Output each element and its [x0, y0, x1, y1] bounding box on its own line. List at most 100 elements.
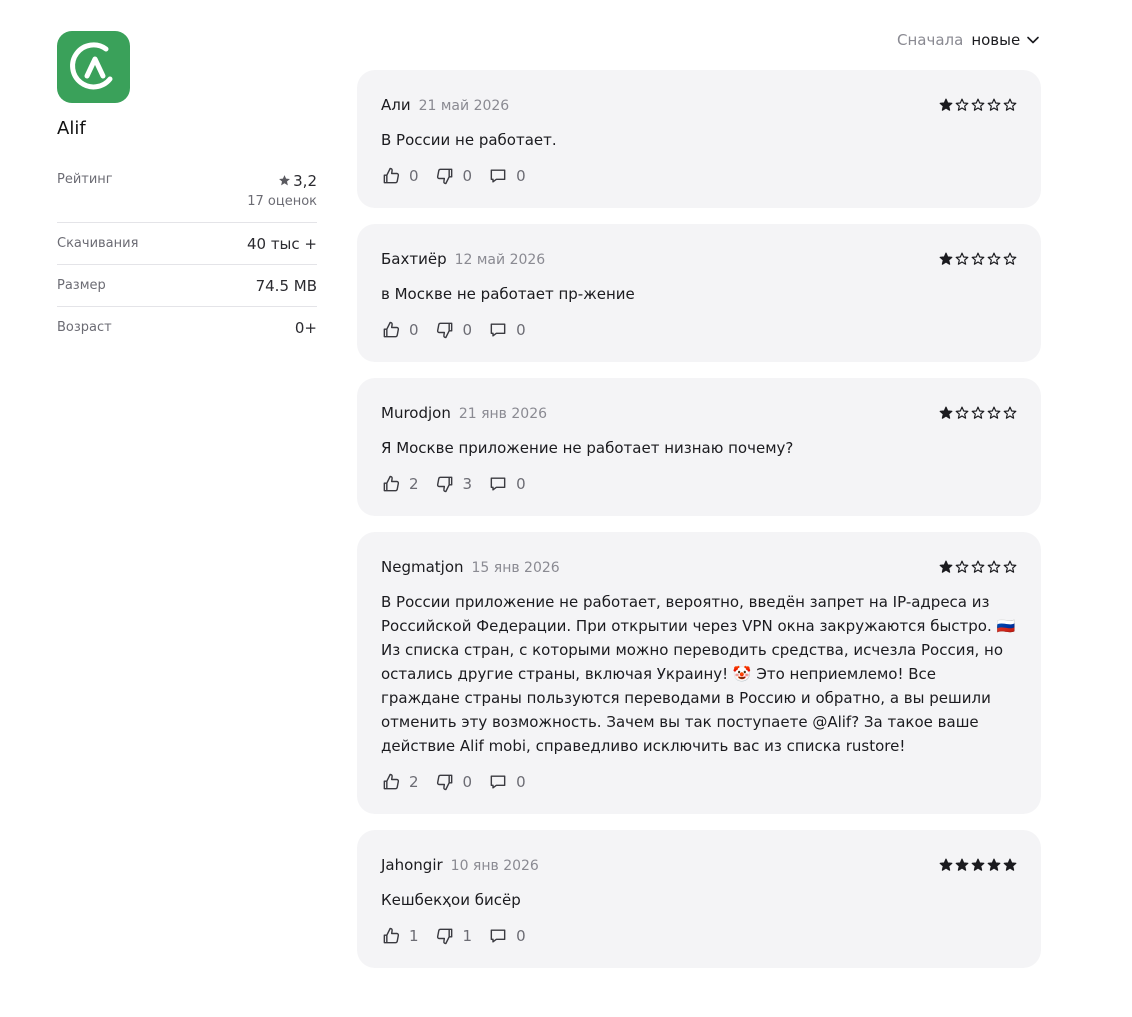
star-outline-icon [987, 406, 1001, 419]
star-outline-icon [987, 560, 1001, 573]
review-header: Бахтиёр 12 май 2026 [381, 250, 1017, 268]
review-text: В России не работает. [381, 131, 557, 149]
comment-button[interactable]: 0 [488, 926, 526, 946]
review-author: Али [381, 96, 411, 114]
star-outline-icon [987, 98, 1001, 111]
star-outline-icon [955, 252, 969, 265]
like-button[interactable]: 2 [381, 474, 419, 494]
comment-icon [490, 169, 506, 183]
dislike-count: 0 [462, 167, 473, 185]
rating-value-wrap: 3,2 [247, 172, 317, 190]
star-outline-icon [987, 252, 1001, 265]
info-row-rating: Рейтинг 3,2 17 оценок [57, 166, 317, 223]
thumbs-up-icon [383, 475, 400, 492]
review-card: Jahongir 10 янв 2026 Кешбекҳои бисёр 1 1… [357, 830, 1041, 968]
review-actions: 2 3 0 [381, 474, 1017, 494]
star-outline-icon [1003, 560, 1017, 573]
review-text: В России приложение не работает, вероятн… [381, 593, 1016, 755]
comment-count: 0 [516, 773, 526, 791]
thumbs-down-icon [436, 322, 452, 339]
review-meta: Jahongir 10 янв 2026 [381, 856, 539, 874]
review-text: Я Москве приложение не работает низнаю п… [381, 439, 794, 457]
sort-label: Сначала [897, 31, 964, 49]
thumbs-up-icon [383, 927, 400, 944]
like-button[interactable]: 0 [381, 320, 419, 340]
thumbs-up-icon [383, 321, 400, 338]
review-card: Али 21 май 2026 В России не работает. 0 … [357, 70, 1041, 208]
downloads-label: Скачивания [57, 236, 139, 251]
star-filled-icon [971, 858, 985, 871]
like-button[interactable]: 1 [381, 926, 419, 946]
review-text: в Москве не работает пр-жение [381, 285, 635, 303]
star-filled-icon [939, 252, 953, 265]
review-date: 12 май 2026 [454, 252, 546, 268]
star-icon [279, 175, 291, 186]
dislike-count: 3 [462, 475, 473, 493]
review-meta: Али 21 май 2026 [381, 96, 509, 114]
review-header: Negmatjon 15 янв 2026 [381, 558, 1017, 576]
star-filled-icon [939, 98, 953, 111]
like-count: 1 [409, 927, 419, 945]
comment-count: 0 [516, 927, 526, 945]
comment-count: 0 [516, 475, 526, 493]
app-name: Alif [57, 118, 86, 139]
comment-count: 0 [516, 321, 526, 339]
comment-count: 0 [516, 167, 526, 185]
star-outline-icon [971, 406, 985, 419]
review-actions: 1 1 0 [381, 926, 1017, 946]
like-button[interactable]: 0 [381, 166, 419, 186]
info-row-size: Размер 74.5 MB [57, 265, 317, 307]
review-stars [939, 406, 1017, 420]
review-actions: 0 0 0 [381, 320, 1017, 340]
sort-dropdown[interactable]: Сначала новые [897, 31, 1040, 49]
comment-button[interactable]: 0 [488, 166, 526, 186]
review-meta: Бахтиёр 12 май 2026 [381, 250, 545, 268]
info-row-age: Возраст 0+ [57, 307, 317, 348]
star-filled-icon [939, 560, 953, 573]
chevron-down-icon [1027, 36, 1040, 44]
star-outline-icon [1003, 98, 1017, 111]
star-outline-icon [955, 98, 969, 111]
star-outline-icon [971, 560, 985, 573]
size-value: 74.5 MB [255, 276, 317, 295]
sort-value: новые [971, 31, 1021, 49]
dislike-count: 0 [462, 321, 473, 339]
downloads-value: 40 тыс + [246, 234, 317, 253]
star-outline-icon [955, 560, 969, 573]
review-author: Negmatjon [381, 558, 464, 576]
dislike-button[interactable]: 0 [435, 772, 473, 792]
review-header: Murodjon 21 янв 2026 [381, 404, 1017, 422]
star-filled-icon [987, 858, 1001, 871]
thumbs-down-icon [436, 928, 452, 945]
review-author: Jahongir [381, 856, 443, 874]
comment-icon [490, 929, 506, 943]
review-date: 10 янв 2026 [450, 858, 539, 874]
review-text: Кешбекҳои бисёр [381, 891, 521, 909]
review-actions: 0 0 0 [381, 166, 1017, 186]
review-header: Jahongir 10 янв 2026 [381, 856, 1017, 874]
alif-logo-icon [69, 42, 112, 90]
rating-label: Рейтинг [57, 172, 113, 187]
rating-count: 17 оценок [247, 194, 317, 209]
star-filled-icon [955, 858, 969, 871]
thumbs-down-icon [436, 476, 452, 493]
comment-icon [490, 775, 506, 789]
like-count: 2 [409, 475, 419, 493]
dislike-button[interactable]: 1 [435, 926, 472, 946]
dislike-count: 0 [462, 773, 473, 791]
review-date: 21 янв 2026 [458, 406, 548, 422]
thumbs-down-icon [436, 168, 452, 185]
review-stars [939, 252, 1017, 266]
comment-button[interactable]: 0 [488, 474, 526, 494]
dislike-button[interactable]: 3 [435, 474, 473, 494]
comment-button[interactable]: 0 [488, 772, 526, 792]
review-actions: 2 0 0 [381, 772, 1017, 792]
like-count: 0 [409, 167, 419, 185]
star-outline-icon [971, 98, 985, 111]
dislike-button[interactable]: 0 [435, 320, 473, 340]
dislike-button[interactable]: 0 [435, 166, 473, 186]
like-button[interactable]: 2 [381, 772, 419, 792]
star-outline-icon [971, 252, 985, 265]
comment-button[interactable]: 0 [488, 320, 526, 340]
comment-icon [490, 477, 506, 491]
